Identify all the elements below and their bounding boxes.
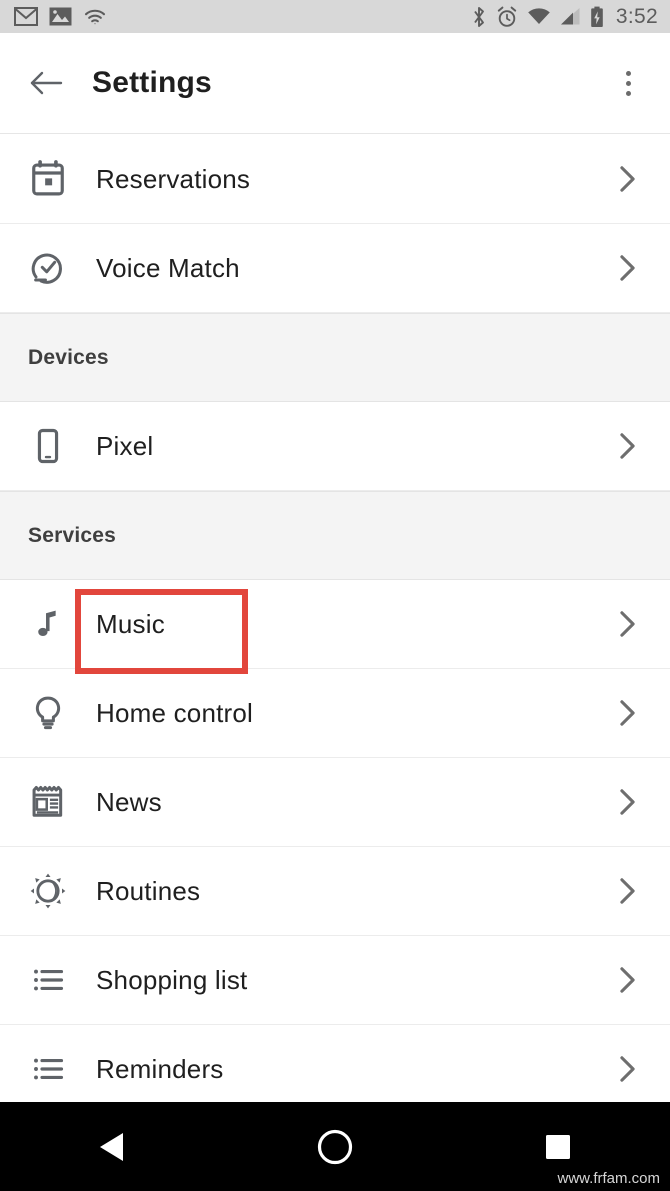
list-item-label: Shopping list	[96, 964, 248, 995]
chevron-right-icon	[619, 1055, 636, 1083]
voice-match-icon	[0, 249, 96, 287]
settings-list[interactable]: Reservations Voice Match Devices Pixel S…	[0, 135, 670, 1102]
list-item-label: Routines	[96, 875, 201, 906]
more-vert-icon	[625, 90, 631, 96]
wifi-signal-icon	[528, 8, 550, 24]
chevron-right-icon	[619, 966, 636, 994]
section-header-label: Devices	[28, 345, 109, 369]
nav-home-circle-icon	[317, 1129, 353, 1164]
list-item-music[interactable]: Music	[0, 580, 670, 669]
cell-signal-icon	[560, 8, 580, 25]
app-bar: Settings	[0, 33, 670, 134]
chevron-right-icon	[619, 877, 636, 905]
phone-icon	[0, 427, 96, 465]
more-vert-icon	[625, 80, 631, 86]
list-item-reservations[interactable]: Reservations	[0, 135, 670, 224]
nav-home-button[interactable]	[223, 1127, 446, 1167]
section-header-services: Services	[0, 491, 670, 580]
calendar-icon	[0, 160, 96, 198]
phone-screen: 3:52 Settings Reservations Voice Match D…	[0, 0, 670, 1191]
status-bar-right-icons: 3:52	[471, 5, 658, 29]
lightbulb-icon	[0, 694, 96, 732]
list-item-pixel[interactable]: Pixel	[0, 402, 670, 491]
chevron-right-icon	[619, 699, 636, 727]
list-icon	[0, 962, 96, 998]
battery-charging-icon	[591, 6, 603, 27]
page-title: Settings	[92, 66, 212, 99]
nav-back-button[interactable]	[0, 1131, 223, 1163]
list-item-shopping-list[interactable]: Shopping list	[0, 936, 670, 1025]
overflow-menu-button[interactable]	[608, 55, 648, 111]
status-bar: 3:52	[0, 0, 670, 33]
list-item-label: Music	[96, 608, 165, 639]
music-note-icon	[0, 607, 96, 641]
navigation-bar: www.frfam.com	[0, 1102, 670, 1191]
chevron-right-icon	[619, 610, 636, 638]
section-header-devices: Devices	[0, 313, 670, 402]
watermark: www.frfam.com	[557, 1170, 660, 1187]
bluetooth-icon	[474, 6, 484, 27]
list-item-label: News	[96, 786, 162, 817]
alarm-icon	[497, 6, 517, 27]
list-item-label: Pixel	[96, 430, 154, 461]
photos-icon	[49, 7, 72, 26]
nav-recents-square-icon	[546, 1134, 571, 1159]
list-item-voice-match[interactable]: Voice Match	[0, 224, 670, 313]
list-icon	[0, 1051, 96, 1087]
nav-recents-button[interactable]	[447, 1133, 670, 1161]
list-item-label: Reservations	[96, 163, 251, 194]
section-header-label: Services	[28, 523, 117, 547]
more-vert-icon	[625, 70, 631, 76]
chevron-right-icon	[619, 788, 636, 816]
status-bar-left-icons	[14, 7, 107, 26]
list-item-label: Reminders	[96, 1053, 224, 1084]
gmail-icon	[14, 7, 38, 26]
wifi-icon	[84, 9, 106, 24]
status-bar-clock: 3:52	[615, 4, 658, 28]
routines-icon	[0, 871, 96, 911]
chevron-right-icon	[619, 165, 636, 193]
list-item-label: Home control	[96, 697, 254, 728]
nav-back-triangle-icon	[99, 1132, 123, 1161]
list-item-reminders[interactable]: Reminders	[0, 1025, 670, 1102]
back-arrow-icon	[30, 71, 63, 95]
news-icon	[0, 783, 96, 821]
list-item-label: Voice Match	[96, 252, 240, 283]
chevron-right-icon	[619, 254, 636, 282]
chevron-right-icon	[619, 432, 636, 460]
back-button[interactable]	[18, 55, 74, 111]
list-item-home-control[interactable]: Home control	[0, 669, 670, 758]
list-item-news[interactable]: News	[0, 758, 670, 847]
list-item-routines[interactable]: Routines	[0, 847, 670, 936]
